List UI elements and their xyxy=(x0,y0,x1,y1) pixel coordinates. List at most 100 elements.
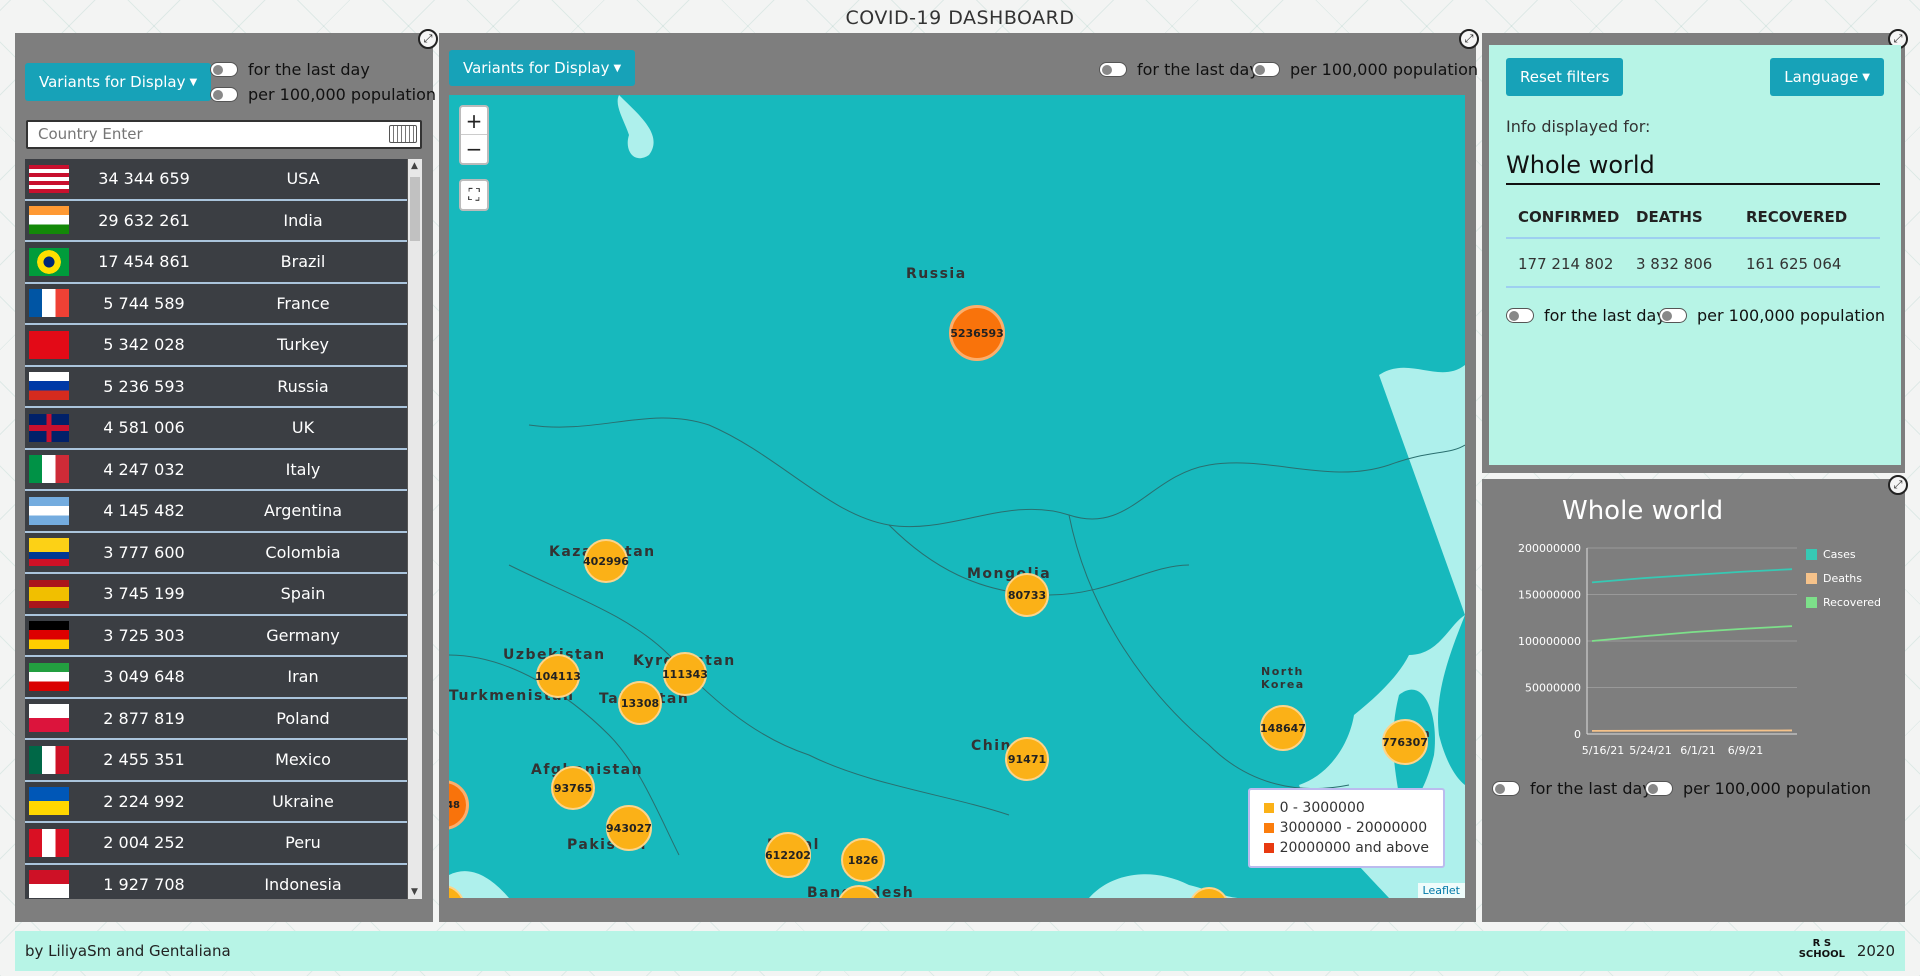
x-tick-label: 6/1/21 xyxy=(1680,744,1715,757)
country-row[interactable]: 17 454 861 Brazil xyxy=(25,242,407,284)
x-tick-label: 6/9/21 xyxy=(1728,744,1763,757)
country-row[interactable]: 4 581 006 UK xyxy=(25,408,407,450)
reset-filters-button[interactable]: Reset filters xyxy=(1506,58,1624,96)
country-row[interactable]: 1 927 708 Indonesia xyxy=(25,864,407,899)
info-toggle-last-day[interactable]: for the last day xyxy=(1506,306,1666,325)
marker-japan[interactable]: 776307 xyxy=(1382,719,1428,765)
map-variants-dropdown-button[interactable]: Variants for Display ▼ xyxy=(449,50,636,86)
country-row[interactable]: 3 777 600 Colombia xyxy=(25,532,407,574)
switch-icon[interactable] xyxy=(1099,62,1127,77)
deaths-value: 3 832 806 xyxy=(1636,255,1713,273)
selected-region-title: Whole world xyxy=(1506,151,1880,185)
variants-dropdown-button[interactable]: Variants for Display ▼ xyxy=(25,63,212,101)
country-row[interactable]: 3 725 303 Germany xyxy=(25,615,407,657)
argentina-flag-icon xyxy=(29,496,69,525)
country-row[interactable]: 5 744 589 France xyxy=(25,283,407,325)
country-search[interactable] xyxy=(26,120,422,149)
marker-russia[interactable]: 5236593 xyxy=(949,305,1005,361)
country-cases: 4 145 482 xyxy=(103,501,185,521)
legend-swatch xyxy=(1263,803,1274,813)
marker-iran-label: 3049648 xyxy=(449,799,460,811)
country-cases: 5 744 589 xyxy=(103,293,185,313)
marker-bhutan[interactable]: 1826 xyxy=(841,838,885,882)
marker-tajikistan[interactable]: 13308 xyxy=(618,681,662,725)
chart-title: Whole world xyxy=(1562,496,1724,526)
country-cases: 34 344 659 xyxy=(98,169,190,189)
map-toggle-last-day[interactable]: for the last day xyxy=(1099,60,1259,79)
expand-icon[interactable]: ⤢ xyxy=(1459,29,1479,49)
marker-china[interactable]: 91471 xyxy=(1005,737,1049,781)
info-toggle-per-100k[interactable]: per 100,000 population xyxy=(1659,306,1885,325)
germany-flag-icon xyxy=(29,621,69,650)
scroll-up-icon[interactable]: ▲ xyxy=(411,161,418,171)
legend-swatch xyxy=(1806,549,1817,560)
leaflet-attribution-link[interactable]: Leaflet xyxy=(1417,883,1465,898)
switch-icon[interactable] xyxy=(1252,62,1280,77)
zoom-in-button[interactable]: + xyxy=(461,107,487,135)
country-name: Ukraine xyxy=(272,791,334,811)
country-row[interactable]: 34 344 659 USA xyxy=(25,159,407,201)
india-flag-icon xyxy=(29,206,69,235)
country-row[interactable]: 29 632 261 India xyxy=(25,200,407,242)
legend-label: 0 - 3000000 xyxy=(1279,800,1365,816)
map[interactable]: + − ⛶ Russia Kazakhstan Mongolia Uzbekis… xyxy=(449,95,1465,898)
country-search-input[interactable] xyxy=(38,125,378,143)
legend-label: 20000000 and above xyxy=(1279,840,1429,856)
country-row[interactable]: 3 049 648 Iran xyxy=(25,657,407,699)
switch-icon[interactable] xyxy=(1645,781,1673,796)
y-tick-label: 150000000 xyxy=(1518,589,1581,602)
marker-kazakhstan[interactable]: 402996 xyxy=(583,539,629,583)
peru-flag-icon xyxy=(29,828,69,857)
turkey-flag-icon xyxy=(29,330,69,359)
country-row[interactable]: 5 342 028 Turkey xyxy=(25,325,407,367)
toggle-per-100k[interactable]: per 100,000 population xyxy=(210,85,436,104)
country-name: Brazil xyxy=(280,252,326,272)
scrollbar[interactable]: ▲ ▼ xyxy=(408,159,422,899)
authors-link[interactable]: by LiliyaSm and Gentaliana xyxy=(25,942,231,960)
marker-pakistan[interactable]: 943027 xyxy=(606,805,652,851)
scroll-down-icon[interactable]: ▼ xyxy=(411,887,418,897)
country-row[interactable]: 2 455 351 Mexico xyxy=(25,740,407,782)
marker-kyrgyzstan[interactable]: 111343 xyxy=(662,652,708,696)
country-row[interactable]: 4 247 032 Italy xyxy=(25,449,407,491)
chart-toggle-per-100k[interactable]: per 100,000 population xyxy=(1645,779,1871,798)
scroll-thumb[interactable] xyxy=(410,177,420,241)
toggle-last-day[interactable]: for the last day xyxy=(210,60,370,79)
expand-icon[interactable]: ⤢ xyxy=(1888,475,1908,495)
country-row[interactable]: 5 236 593 Russia xyxy=(25,366,407,408)
zoom-out-button[interactable]: − xyxy=(461,135,487,163)
country-row[interactable]: 2 224 992 Ukraine xyxy=(25,781,407,823)
country-row[interactable]: 4 145 482 Argentina xyxy=(25,491,407,533)
fullscreen-button[interactable]: ⛶ xyxy=(459,179,489,211)
confirmed-header: CONFIRMED xyxy=(1518,208,1620,226)
map-label-north-korea: North Korea xyxy=(1261,665,1305,691)
logo-line: SCHOOL xyxy=(1798,949,1845,960)
zoom-control[interactable]: + − xyxy=(459,105,489,165)
marker-afghanistan[interactable]: 93765 xyxy=(551,766,595,810)
country-row[interactable]: 2 004 252 Peru xyxy=(25,823,407,865)
marker-nepal[interactable]: 612202 xyxy=(765,832,811,878)
marker-korea[interactable]: 148647 xyxy=(1260,705,1306,751)
variants-label: Variants for Display xyxy=(39,73,186,91)
switch-icon[interactable] xyxy=(1506,308,1534,323)
switch-icon[interactable] xyxy=(210,87,238,102)
country-row[interactable]: 3 745 199 Spain xyxy=(25,574,407,616)
rs-school-logo[interactable]: R S SCHOOL xyxy=(1799,938,1845,960)
map-toggle-per-100k[interactable]: per 100,000 population xyxy=(1252,60,1478,79)
stats-header-row: CONFIRMED DEATHS RECOVERED xyxy=(1506,197,1880,239)
legend-label: 3000000 - 20000000 xyxy=(1279,820,1428,836)
country-cases: 4 581 006 xyxy=(103,418,185,438)
switch-icon[interactable] xyxy=(1659,308,1687,323)
recovered-value: 161 625 064 xyxy=(1746,255,1842,273)
map-legend: 0 - 3000000 3000000 - 20000000 20000000 … xyxy=(1247,788,1445,868)
expand-icon[interactable]: ⤢ xyxy=(418,29,438,49)
marker-uzbekistan[interactable]: 104113 xyxy=(535,654,581,698)
keyboard-icon[interactable] xyxy=(389,125,417,143)
chart-toggle-last-day[interactable]: for the last day xyxy=(1492,779,1652,798)
country-row[interactable]: 2 877 819 Poland xyxy=(25,698,407,740)
language-dropdown-button[interactable]: Language ▼ xyxy=(1770,58,1884,96)
country-list[interactable]: 34 344 659 USA 29 632 261 India 17 454 861 Br… xyxy=(25,159,422,899)
switch-icon[interactable] xyxy=(210,62,238,77)
marker-mongolia[interactable]: 80733 xyxy=(1005,573,1049,617)
switch-icon[interactable] xyxy=(1492,781,1520,796)
